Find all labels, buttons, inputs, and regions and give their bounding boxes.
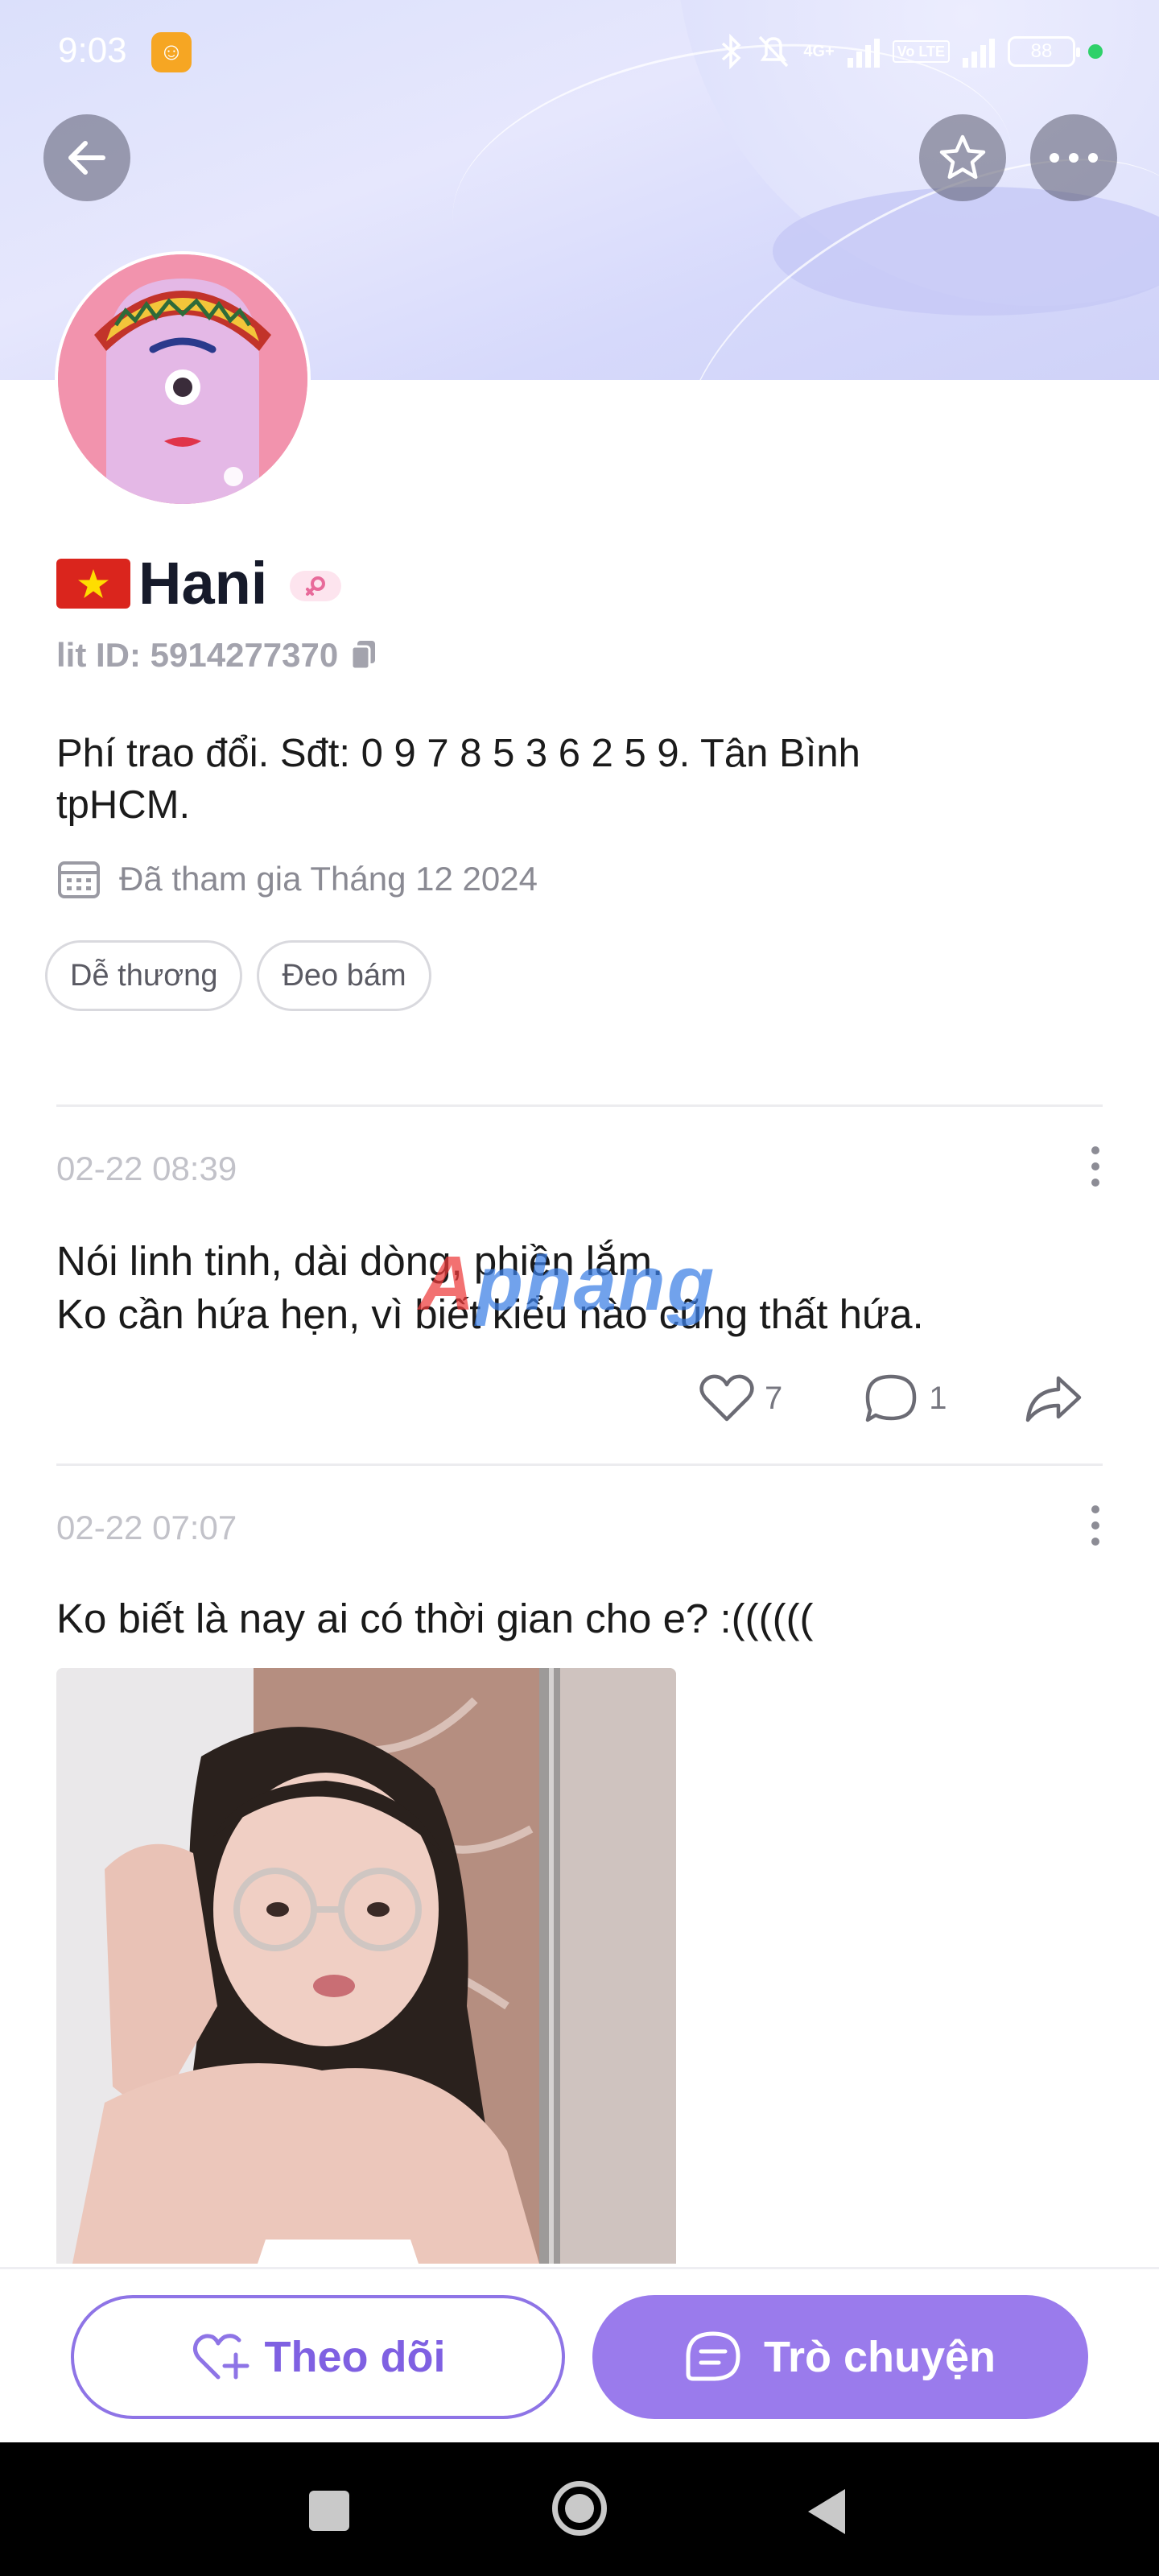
system-navigation-bar bbox=[0, 2442, 1159, 2576]
comment-icon bbox=[866, 1374, 917, 1422]
status-icons: 4G+ Vo LTE 88 bbox=[720, 29, 1103, 74]
heart-plus-icon bbox=[192, 2334, 250, 2380]
post-date: 02-22 08:39 bbox=[56, 1150, 237, 1187]
post-menu-button[interactable] bbox=[1083, 1146, 1107, 1187]
post-photo-image bbox=[56, 1668, 676, 2264]
section-divider bbox=[56, 1104, 1103, 1107]
share-icon bbox=[1025, 1376, 1081, 1422]
profile-name-row: Hani bbox=[56, 549, 342, 617]
profile-tags: Dễ thương Đeo bám bbox=[45, 940, 431, 1011]
bluetooth-icon bbox=[722, 34, 741, 69]
battery-icon: 88 bbox=[1008, 36, 1080, 67]
comment-count: 1 bbox=[929, 1380, 947, 1416]
favorite-button[interactable] bbox=[919, 114, 1006, 201]
female-icon bbox=[290, 570, 342, 601]
calendar-icon bbox=[58, 861, 100, 898]
avatar-illustration bbox=[58, 254, 307, 504]
network-type: 4G+ bbox=[803, 43, 835, 60]
signal-icon bbox=[847, 35, 880, 68]
battery-level: 88 bbox=[1030, 40, 1053, 62]
star-outline-icon bbox=[939, 134, 986, 180]
more-options-button[interactable] bbox=[1030, 114, 1117, 201]
more-horizontal-icon bbox=[1050, 153, 1098, 163]
status-time: 9:03 bbox=[58, 31, 127, 70]
joined-date: Đã tham gia Tháng 12 2024 bbox=[119, 860, 538, 898]
system-back-button[interactable] bbox=[808, 2489, 845, 2534]
privacy-indicator-dot bbox=[1088, 44, 1103, 59]
avatar[interactable] bbox=[55, 251, 311, 507]
back-button[interactable] bbox=[43, 114, 130, 201]
arrow-left-icon bbox=[68, 141, 105, 175]
heart-outline-icon bbox=[699, 1374, 754, 1422]
post-divider bbox=[56, 1463, 1103, 1466]
tag-chip[interactable]: Dễ thương bbox=[45, 940, 243, 1011]
post-menu-button[interactable] bbox=[1083, 1505, 1107, 1546]
follow-label: Theo dõi bbox=[264, 2333, 446, 2381]
volte-badge: Vo LTE bbox=[892, 40, 950, 63]
recent-apps-button[interactable] bbox=[309, 2491, 349, 2531]
app-notification-icon: ☺ bbox=[151, 32, 192, 72]
copy-icon[interactable] bbox=[349, 639, 378, 671]
like-count: 7 bbox=[765, 1380, 783, 1416]
chat-bubble-icon bbox=[686, 2331, 740, 2381]
share-button[interactable] bbox=[1025, 1373, 1083, 1423]
post-photo[interactable] bbox=[56, 1668, 676, 2264]
profile-bio: Phí trao đổi. Sđt: 0 9 7 8 5 3 6 2 5 9. … bbox=[56, 732, 860, 827]
bottom-action-bar: Theo dõi Trò chuyện bbox=[0, 2267, 1159, 2442]
joined-date-row: Đã tham gia Tháng 12 2024 bbox=[56, 858, 538, 900]
comment-button[interactable]: 1 bbox=[863, 1372, 947, 1425]
post-text: Ko biết là nay ai có thời gian cho e? :(… bbox=[56, 1596, 814, 1641]
like-button[interactable]: 7 bbox=[699, 1373, 782, 1424]
user-id-row: lit ID: 5914277370 bbox=[56, 636, 378, 675]
mute-bell-icon bbox=[759, 35, 789, 68]
watermark-logo: Aphang bbox=[419, 1241, 716, 1327]
chat-button[interactable]: Trò chuyện bbox=[592, 2295, 1088, 2419]
status-bar: 9:03 ☺ 4G+ Vo LTE 88 bbox=[0, 0, 1159, 105]
user-id: lit ID: 5914277370 bbox=[56, 636, 339, 674]
post-date: 02-22 07:07 bbox=[56, 1509, 237, 1546]
chat-label: Trò chuyện bbox=[763, 2333, 996, 2381]
tag-chip[interactable]: Đeo bám bbox=[257, 940, 431, 1011]
post-actions: 7 1 bbox=[699, 1372, 1083, 1425]
vietnam-flag-icon bbox=[56, 558, 130, 609]
profile-name: Hani bbox=[138, 550, 268, 617]
follow-button[interactable]: Theo dõi bbox=[71, 2295, 565, 2419]
signal-icon bbox=[963, 35, 995, 68]
home-button[interactable] bbox=[552, 2481, 607, 2536]
